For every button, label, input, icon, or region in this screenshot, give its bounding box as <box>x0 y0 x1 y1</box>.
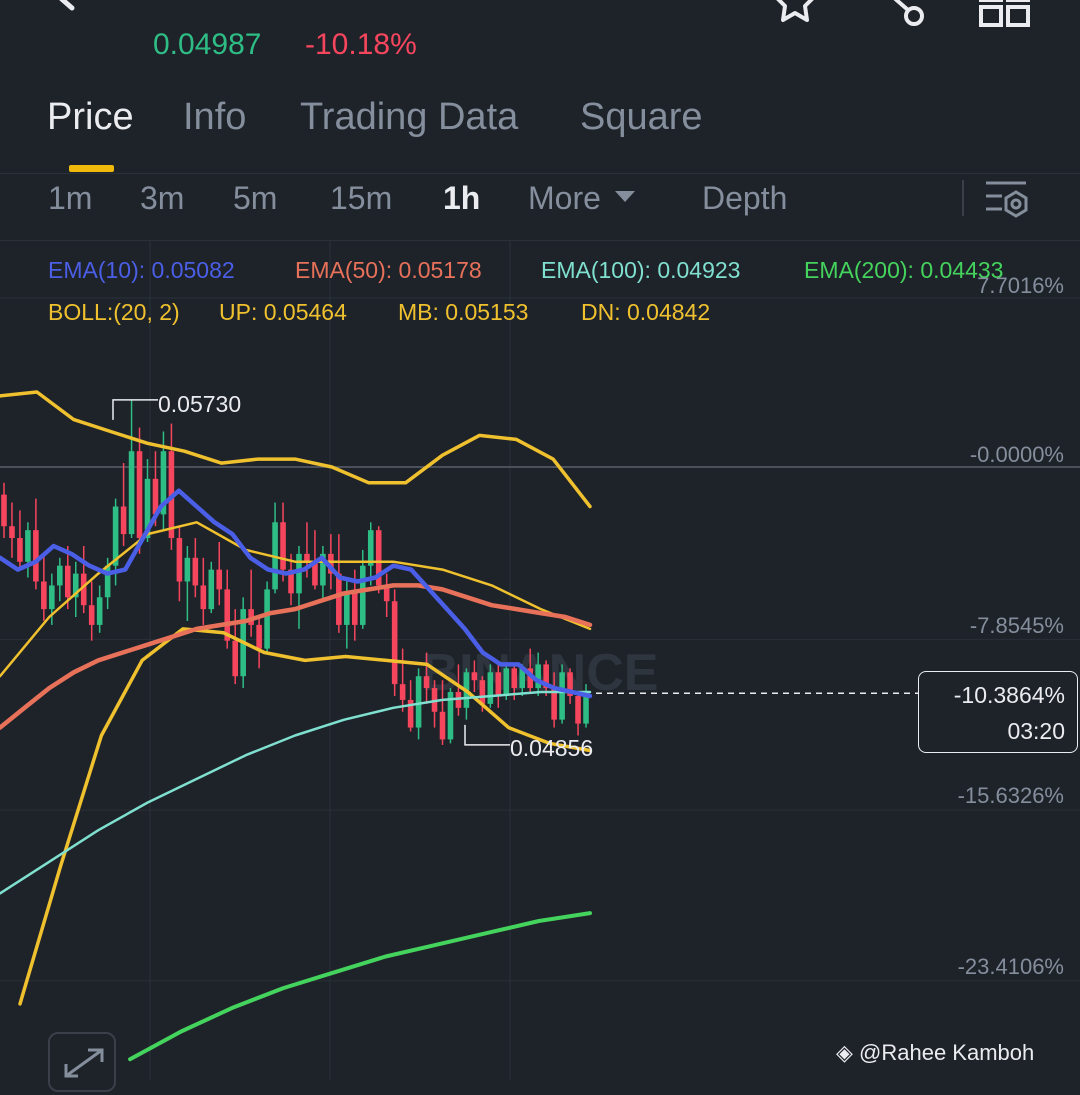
boll-legend: BOLL:(20, 2) <box>48 299 180 325</box>
tab-square[interactable]: Square <box>580 96 703 139</box>
candle-body <box>232 640 238 677</box>
active-tab-indicator <box>69 165 114 172</box>
binance-logo-icon: ◈ <box>836 1040 860 1065</box>
high-price-label: 0.05730 <box>158 391 242 417</box>
candle-body <box>64 565 71 598</box>
axis-label: -7.8545% <box>969 613 1064 638</box>
expand-icon <box>64 1048 104 1078</box>
caret-down-icon <box>614 191 635 203</box>
candle-body <box>280 522 286 570</box>
candle-body <box>57 565 63 586</box>
ema50-legend: EMA(50): 0.05178 <box>295 257 482 283</box>
candle-body <box>184 557 191 582</box>
candle-body <box>503 668 510 696</box>
candle-body <box>415 676 422 728</box>
current-percent: -10.3864% <box>953 682 1065 708</box>
ema200-legend: EMA(200): 0.04433 <box>804 257 1004 283</box>
more-label: More <box>528 180 601 216</box>
axis-label: -0.0000% <box>969 442 1064 467</box>
low-price-label: 0.04856 <box>510 735 594 761</box>
candle-countdown: 03:20 <box>1007 718 1065 744</box>
candle-body <box>9 526 15 539</box>
price-chart[interactable]: BINANCE <box>0 240 1080 1080</box>
candle-body <box>423 676 430 689</box>
candle-body <box>559 672 565 720</box>
tab-trading-data[interactable]: Trading Data <box>300 96 518 139</box>
candle-body <box>136 451 143 539</box>
candle-body <box>41 581 47 610</box>
boll-up-legend: UP: 0.05464 <box>219 299 347 325</box>
candle-body <box>176 538 183 582</box>
tab-price[interactable]: Price <box>47 96 134 139</box>
tab-info[interactable]: Info <box>183 96 246 139</box>
candle-body <box>120 506 127 535</box>
candle-body <box>344 593 350 625</box>
candle-body <box>391 601 398 685</box>
chart-settings-icon[interactable] <box>984 178 1030 220</box>
candle-body <box>256 624 262 649</box>
interval-3m[interactable]: 3m <box>140 180 184 217</box>
ema200-line <box>128 911 592 1062</box>
axis-label: -15.6326% <box>957 783 1064 808</box>
interval-1m[interactable]: 1m <box>48 180 92 217</box>
candle-body <box>471 672 478 681</box>
axis-label: 7.7016% <box>977 273 1064 298</box>
interval-1h[interactable]: 1h <box>443 180 480 217</box>
candle-body <box>367 530 374 566</box>
boll-upper-line <box>0 390 592 509</box>
candle-body <box>208 569 215 610</box>
grid-icon[interactable] <box>978 0 1032 30</box>
ema10-legend: EMA(10): 0.05082 <box>48 257 235 283</box>
boll-mb-legend: MB: 0.05153 <box>398 299 529 325</box>
candle-body <box>296 553 302 594</box>
candle-body <box>487 672 494 704</box>
candle-body <box>359 565 366 625</box>
interval-5m[interactable]: 5m <box>233 180 277 217</box>
candle-body <box>216 569 223 590</box>
candle-body <box>479 680 486 704</box>
interval-more[interactable]: More <box>528 180 635 217</box>
star-icon[interactable] <box>768 0 822 30</box>
candle-body <box>25 530 31 562</box>
candle-body <box>49 585 55 610</box>
candle-body <box>495 672 502 696</box>
candle-body <box>439 711 446 740</box>
share-icon[interactable] <box>872 0 926 30</box>
author-name: @Rahee Kamboh <box>859 1040 1035 1065</box>
candle-body <box>352 593 358 625</box>
candle-body <box>88 605 95 625</box>
candle-body <box>96 597 103 625</box>
last-price: 0.04987 <box>153 28 262 61</box>
interval-depth[interactable]: Depth <box>702 180 787 217</box>
price-change-percent: -10.18% <box>305 28 417 61</box>
candle-body <box>200 585 207 610</box>
candle-body <box>264 589 270 649</box>
author-watermark: ◈ @Rahee Kamboh <box>836 1040 1034 1066</box>
candle-body <box>33 530 39 582</box>
candle-body <box>128 451 135 535</box>
current-price-box[interactable]: -10.3864% 03:20 <box>918 671 1078 753</box>
fullscreen-button[interactable] <box>48 1032 116 1092</box>
back-arrow-icon[interactable] <box>50 0 100 26</box>
boll-dn-legend: DN: 0.04842 <box>581 299 711 325</box>
candle-body <box>1 494 7 527</box>
candle-body <box>399 684 406 700</box>
high-marker-line <box>112 399 158 420</box>
candle-body <box>192 557 199 586</box>
interval-15m[interactable]: 15m <box>330 180 392 217</box>
low-marker-line <box>464 724 510 746</box>
axis-label: -23.4106% <box>957 954 1064 979</box>
ema100-legend: EMA(100): 0.04923 <box>541 257 741 283</box>
candle-body <box>17 538 23 562</box>
toolbar-divider <box>962 180 964 216</box>
candle-body <box>575 695 581 724</box>
candle-body <box>511 668 518 689</box>
candle-body <box>336 573 342 625</box>
tabs-divider <box>0 173 1080 174</box>
candle-body <box>535 664 541 689</box>
